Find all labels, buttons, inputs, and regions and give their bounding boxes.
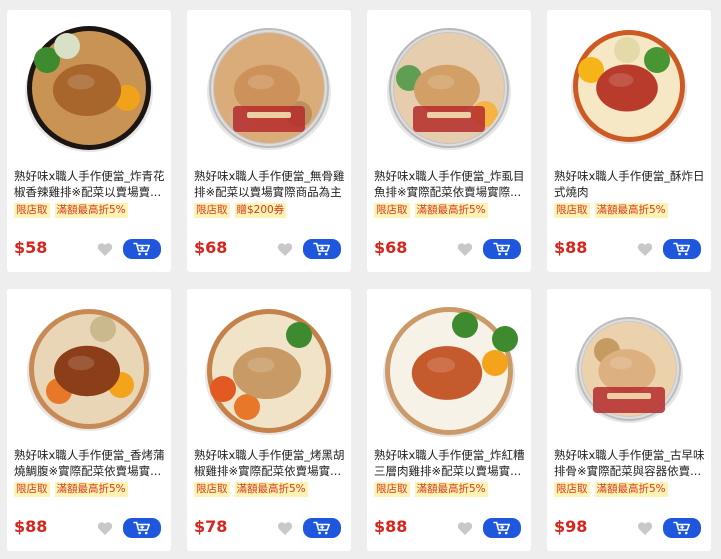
add-to-cart-button[interactable] <box>483 239 521 259</box>
cart-icon <box>493 521 510 535</box>
product-card[interactable]: 熟好味x職人手作便當_炸青花椒香辣雞排※配菜以賣場賣... 限店取 滿額最高折5… <box>7 10 171 272</box>
product-image[interactable] <box>187 289 351 441</box>
promo-tag: 滿額最高折5% <box>594 482 668 497</box>
product-card[interactable]: 熟好味x職人手作便當_香烤蒲燒鯛腹※實際配菜依賣場實... 限店取 滿額最高折5… <box>7 289 171 551</box>
add-to-cart-button[interactable] <box>303 239 341 259</box>
add-to-cart-button[interactable] <box>663 518 701 538</box>
product-price: $88 <box>374 517 408 536</box>
add-to-cart-button[interactable] <box>123 518 161 538</box>
cart-icon <box>673 521 690 535</box>
product-price: $98 <box>554 517 588 536</box>
cart-icon <box>673 242 690 256</box>
product-image[interactable] <box>187 10 351 162</box>
product-title[interactable]: 熟好味x職人手作便當_炸紅糟三層肉雞排※配菜以賣場實... <box>374 447 526 479</box>
product-price: $68 <box>374 238 408 257</box>
cart-icon <box>313 242 330 256</box>
cart-icon <box>133 521 150 535</box>
tag-row: 限店取 滿額最高折5% <box>554 203 668 218</box>
product-price: $88 <box>14 517 48 536</box>
tag-row: 限店取 滿額最高折5% <box>194 482 308 497</box>
heart-icon[interactable] <box>637 242 653 257</box>
product-card[interactable]: 熟好味x職人手作便當_炸虱目魚排※實際配菜依賣場實際... 限店取 滿額最高折5… <box>367 10 531 272</box>
heart-icon[interactable] <box>637 521 653 536</box>
product-price: $78 <box>194 517 228 536</box>
heart-icon[interactable] <box>457 242 473 257</box>
tag-row: 限店取 滿額最高折5% <box>374 482 488 497</box>
product-title[interactable]: 熟好味x職人手作便當_烤黑胡椒雞排※實際配菜依賣場實... <box>194 447 346 479</box>
product-title[interactable]: 熟好味x職人手作便當_香烤蒲燒鯛腹※實際配菜依賣場實... <box>14 447 166 479</box>
product-image[interactable] <box>367 10 531 162</box>
product-image[interactable] <box>7 289 171 441</box>
product-card[interactable]: 熟好味x職人手作便當_烤黑胡椒雞排※實際配菜依賣場實... 限店取 滿額最高折5… <box>187 289 351 551</box>
pickup-tag: 限店取 <box>554 203 590 218</box>
product-grid: 熟好味x職人手作便當_炸青花椒香辣雞排※配菜以賣場賣... 限店取 滿額最高折5… <box>7 10 717 555</box>
promo-tag: 滿額最高折5% <box>414 482 488 497</box>
promo-tag: 滿額最高折5% <box>414 203 488 218</box>
product-price: $68 <box>194 238 228 257</box>
heart-icon[interactable] <box>457 521 473 536</box>
product-image[interactable] <box>7 10 171 162</box>
add-to-cart-button[interactable] <box>123 239 161 259</box>
tag-row: 限店取 滿額最高折5% <box>14 203 128 218</box>
pickup-tag: 限店取 <box>14 482 50 497</box>
tag-row: 限店取 滿額最高折5% <box>554 482 668 497</box>
add-to-cart-button[interactable] <box>303 518 341 538</box>
heart-icon[interactable] <box>277 521 293 536</box>
promo-tag: 滿額最高折5% <box>54 482 128 497</box>
pickup-tag: 限店取 <box>14 203 50 218</box>
pickup-tag: 限店取 <box>194 482 230 497</box>
pickup-tag: 限店取 <box>374 203 410 218</box>
cart-icon <box>313 521 330 535</box>
promo-tag: 滿額最高折5% <box>234 482 308 497</box>
product-price: $58 <box>14 238 48 257</box>
tag-row: 限店取 滿額最高折5% <box>374 203 488 218</box>
heart-icon[interactable] <box>277 242 293 257</box>
product-image[interactable] <box>367 289 531 441</box>
pickup-tag: 限店取 <box>374 482 410 497</box>
product-title[interactable]: 熟好味x職人手作便當_古早味排骨※實際配菜與容器依賣... <box>554 447 706 479</box>
tag-row: 限店取 贈$200券 <box>194 203 287 218</box>
add-to-cart-button[interactable] <box>663 239 701 259</box>
promo-tag: 滿額最高折5% <box>54 203 128 218</box>
heart-icon[interactable] <box>97 242 113 257</box>
cart-icon <box>493 242 510 256</box>
product-card[interactable]: 熟好味x職人手作便當_酥炸日式燒肉 限店取 滿額最高折5% $88 <box>547 10 711 272</box>
promo-tag: 贈$200券 <box>234 203 287 218</box>
product-card[interactable]: 熟好味x職人手作便當_無骨雞排※配菜以賣場實際商品為主 限店取 贈$200券 $… <box>187 10 351 272</box>
product-card[interactable]: 熟好味x職人手作便當_炸紅糟三層肉雞排※配菜以賣場實... 限店取 滿額最高折5… <box>367 289 531 551</box>
pickup-tag: 限店取 <box>554 482 590 497</box>
tag-row: 限店取 滿額最高折5% <box>14 482 128 497</box>
heart-icon[interactable] <box>97 521 113 536</box>
product-title[interactable]: 熟好味x職人手作便當_炸虱目魚排※實際配菜依賣場實際... <box>374 168 526 200</box>
cart-icon <box>133 242 150 256</box>
product-price: $88 <box>554 238 588 257</box>
add-to-cart-button[interactable] <box>483 518 521 538</box>
product-title[interactable]: 熟好味x職人手作便當_炸青花椒香辣雞排※配菜以賣場賣... <box>14 168 166 200</box>
product-title[interactable]: 熟好味x職人手作便當_酥炸日式燒肉 <box>554 168 706 200</box>
pickup-tag: 限店取 <box>194 203 230 218</box>
product-title[interactable]: 熟好味x職人手作便當_無骨雞排※配菜以賣場實際商品為主 <box>194 168 346 200</box>
promo-tag: 滿額最高折5% <box>594 203 668 218</box>
product-image[interactable] <box>547 289 711 441</box>
product-card[interactable]: 熟好味x職人手作便當_古早味排骨※實際配菜與容器依賣... 限店取 滿額最高折5… <box>547 289 711 551</box>
product-image[interactable] <box>547 10 711 162</box>
